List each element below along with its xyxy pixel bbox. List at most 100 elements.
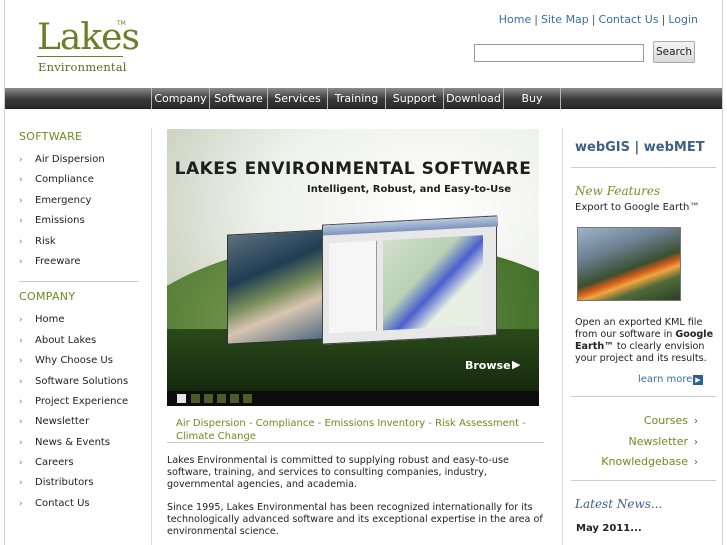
sidebar-item-air-dispersion[interactable]: › Air Dispersion xyxy=(19,150,141,170)
main-nav: Company Software Services Training Suppo… xyxy=(5,88,722,109)
sidebar-item-contact-us[interactable]: › Contact Us xyxy=(19,494,141,514)
chevron-right-icon: › xyxy=(19,195,23,206)
browse-button[interactable]: Browse xyxy=(465,359,511,372)
chevron-right-icon: › xyxy=(19,376,23,387)
slide-indicator-bar xyxy=(167,391,539,406)
sidebar-item-label: Contact Us xyxy=(35,497,90,509)
slide-dot[interactable] xyxy=(243,394,252,403)
chevron-right-icon: › xyxy=(694,436,698,448)
sidebar-item-emergency[interactable]: › Emergency xyxy=(19,191,141,211)
logo-rule xyxy=(37,56,123,57)
sidebar-item-label: Why Choose Us xyxy=(35,355,113,367)
nav-support[interactable]: Support xyxy=(385,88,443,109)
top-link-home[interactable]: Home xyxy=(499,13,531,26)
chevron-right-icon: › xyxy=(19,356,23,367)
tag-risk-assessment[interactable]: Risk Assessment xyxy=(435,418,519,429)
tag-compliance[interactable]: Compliance xyxy=(256,418,315,429)
chevron-right-icon: › xyxy=(19,458,23,469)
slide-dot[interactable] xyxy=(230,394,239,403)
learn-more-link[interactable]: learn more xyxy=(638,374,692,385)
new-features-heading: New Features xyxy=(575,184,661,198)
play-arrow-icon: ▶ xyxy=(512,358,521,371)
page-frame: Lakes TM Environmental Home | Site Map | Con… xyxy=(4,0,723,545)
top-link-login[interactable]: Login xyxy=(668,13,698,26)
company-list: › Home › About Lakes › Why Choose Us › Softw… xyxy=(19,310,141,514)
top-link-contact-us[interactable]: Contact Us xyxy=(599,13,659,26)
sidebar-item-label: Air Dispersion xyxy=(35,154,105,165)
sidebar-item-careers[interactable]: › Careers xyxy=(19,453,141,473)
tag-climate-change[interactable]: Climate Change xyxy=(176,431,256,442)
tag-emissions-inventory[interactable]: Emissions Inventory xyxy=(324,418,425,429)
latest-news-heading: Latest News... xyxy=(575,497,663,511)
column-divider xyxy=(562,128,563,545)
slide-dot[interactable] xyxy=(204,394,213,403)
hero-title: LAKES ENVIRONMENTAL SOFTWARE xyxy=(174,159,532,179)
right-divider xyxy=(571,396,716,397)
chevron-right-icon: › xyxy=(19,498,23,509)
nav-company[interactable]: Company xyxy=(151,88,209,109)
sidebar-item-label: Compliance xyxy=(35,174,94,186)
sidebar-item-compliance[interactable]: › Compliance xyxy=(19,170,141,190)
sidebar-item-newsletter[interactable]: › Newsletter xyxy=(19,412,141,432)
sidebar-heading-software: SOFTWARE xyxy=(19,130,83,143)
sidebar-item-label: Emergency xyxy=(35,194,92,206)
slide-dot[interactable] xyxy=(191,394,200,403)
link-courses[interactable]: Courses › xyxy=(601,411,698,432)
right-divider xyxy=(571,480,716,481)
sidebar-item-distributors[interactable]: › Distributors xyxy=(19,473,141,493)
webgis-webmet-link[interactable]: webGIS | webMET xyxy=(575,140,705,155)
left-sidebar: SOFTWARE › Air Dispersion › Compliance › Em… xyxy=(19,130,141,514)
sidebar-item-label: Project Experience xyxy=(35,395,129,407)
google-earth-thumbnail[interactable] xyxy=(577,227,681,301)
nav-download[interactable]: Download xyxy=(443,88,503,109)
nav-training[interactable]: Training xyxy=(327,88,385,109)
sidebar-item-label: Risk xyxy=(35,235,56,247)
chevron-right-icon: › xyxy=(19,396,23,407)
link-knowledgebase[interactable]: Knowledgebase › xyxy=(601,452,698,473)
lakes-logo[interactable]: Lakes TM Environmental xyxy=(37,18,140,78)
hero-software-screenshot xyxy=(322,215,498,345)
slide-dot[interactable] xyxy=(217,394,226,403)
sidebar-item-why-choose-us[interactable]: › Why Choose Us xyxy=(19,351,141,371)
news-date[interactable]: May 2011... xyxy=(576,523,642,534)
chevron-right-icon: › xyxy=(19,236,23,247)
right-quick-links: Courses › Newsletter › Knowledgebase › xyxy=(601,411,698,473)
sidebar-item-label: Emissions xyxy=(35,215,85,227)
window-titlebar xyxy=(323,216,498,236)
chevron-right-icon: › xyxy=(19,155,23,165)
sidebar-item-label: Home xyxy=(35,314,65,326)
sidebar-item-risk[interactable]: › Risk xyxy=(19,232,141,252)
search-input[interactable] xyxy=(474,44,644,62)
sidebar-item-home[interactable]: › Home xyxy=(19,310,141,330)
top-link-site-map[interactable]: Site Map xyxy=(541,13,589,26)
export-google-earth-title: Export to Google Earth™ xyxy=(575,202,700,213)
sidebar-item-freeware[interactable]: › Freeware xyxy=(19,252,141,272)
search-button[interactable]: Search xyxy=(653,41,695,63)
sidebar-item-software-solutions[interactable]: › Software Solutions xyxy=(19,372,141,392)
nav-buy[interactable]: Buy xyxy=(503,88,561,109)
sidebar-item-about-lakes[interactable]: › About Lakes xyxy=(19,331,141,351)
sidebar-item-emissions[interactable]: › Emissions xyxy=(19,211,141,231)
column-divider xyxy=(151,128,152,545)
top-links: Home | Site Map | Contact Us | Login xyxy=(498,13,698,26)
nav-software[interactable]: Software xyxy=(209,88,267,109)
sidebar-item-project-experience[interactable]: › Project Experience xyxy=(19,392,141,412)
chevron-right-icon: › xyxy=(19,335,23,346)
hero-subtitle: Intelligent, Robust, and Easy-to-Use xyxy=(307,184,512,195)
window-tree-panel xyxy=(329,240,377,334)
chevron-right-icon: › xyxy=(19,437,23,448)
nav-services[interactable]: Services xyxy=(267,88,327,109)
hero-banner[interactable]: LAKES ENVIRONMENTAL SOFTWARE Intelligent… xyxy=(167,129,539,391)
chevron-right-icon: › xyxy=(694,416,698,427)
link-newsletter[interactable]: Newsletter › xyxy=(601,432,698,453)
logo-subtitle: Environmental xyxy=(38,60,127,74)
chevron-right-icon: › xyxy=(19,417,23,428)
slide-dot[interactable] xyxy=(177,394,186,403)
arrow-right-icon[interactable]: ▶ xyxy=(693,375,703,385)
google-earth-description: Open an exported KML file from our softw… xyxy=(575,317,714,364)
sidebar-item-news-events[interactable]: › News & Events xyxy=(19,433,141,453)
tag-air-dispersion[interactable]: Air Dispersion xyxy=(176,418,246,429)
intro-paragraph: Lakes Environmental is committed to supp… xyxy=(167,455,509,490)
chevron-right-icon: › xyxy=(19,216,23,227)
sidebar-item-label: Careers xyxy=(35,457,74,469)
